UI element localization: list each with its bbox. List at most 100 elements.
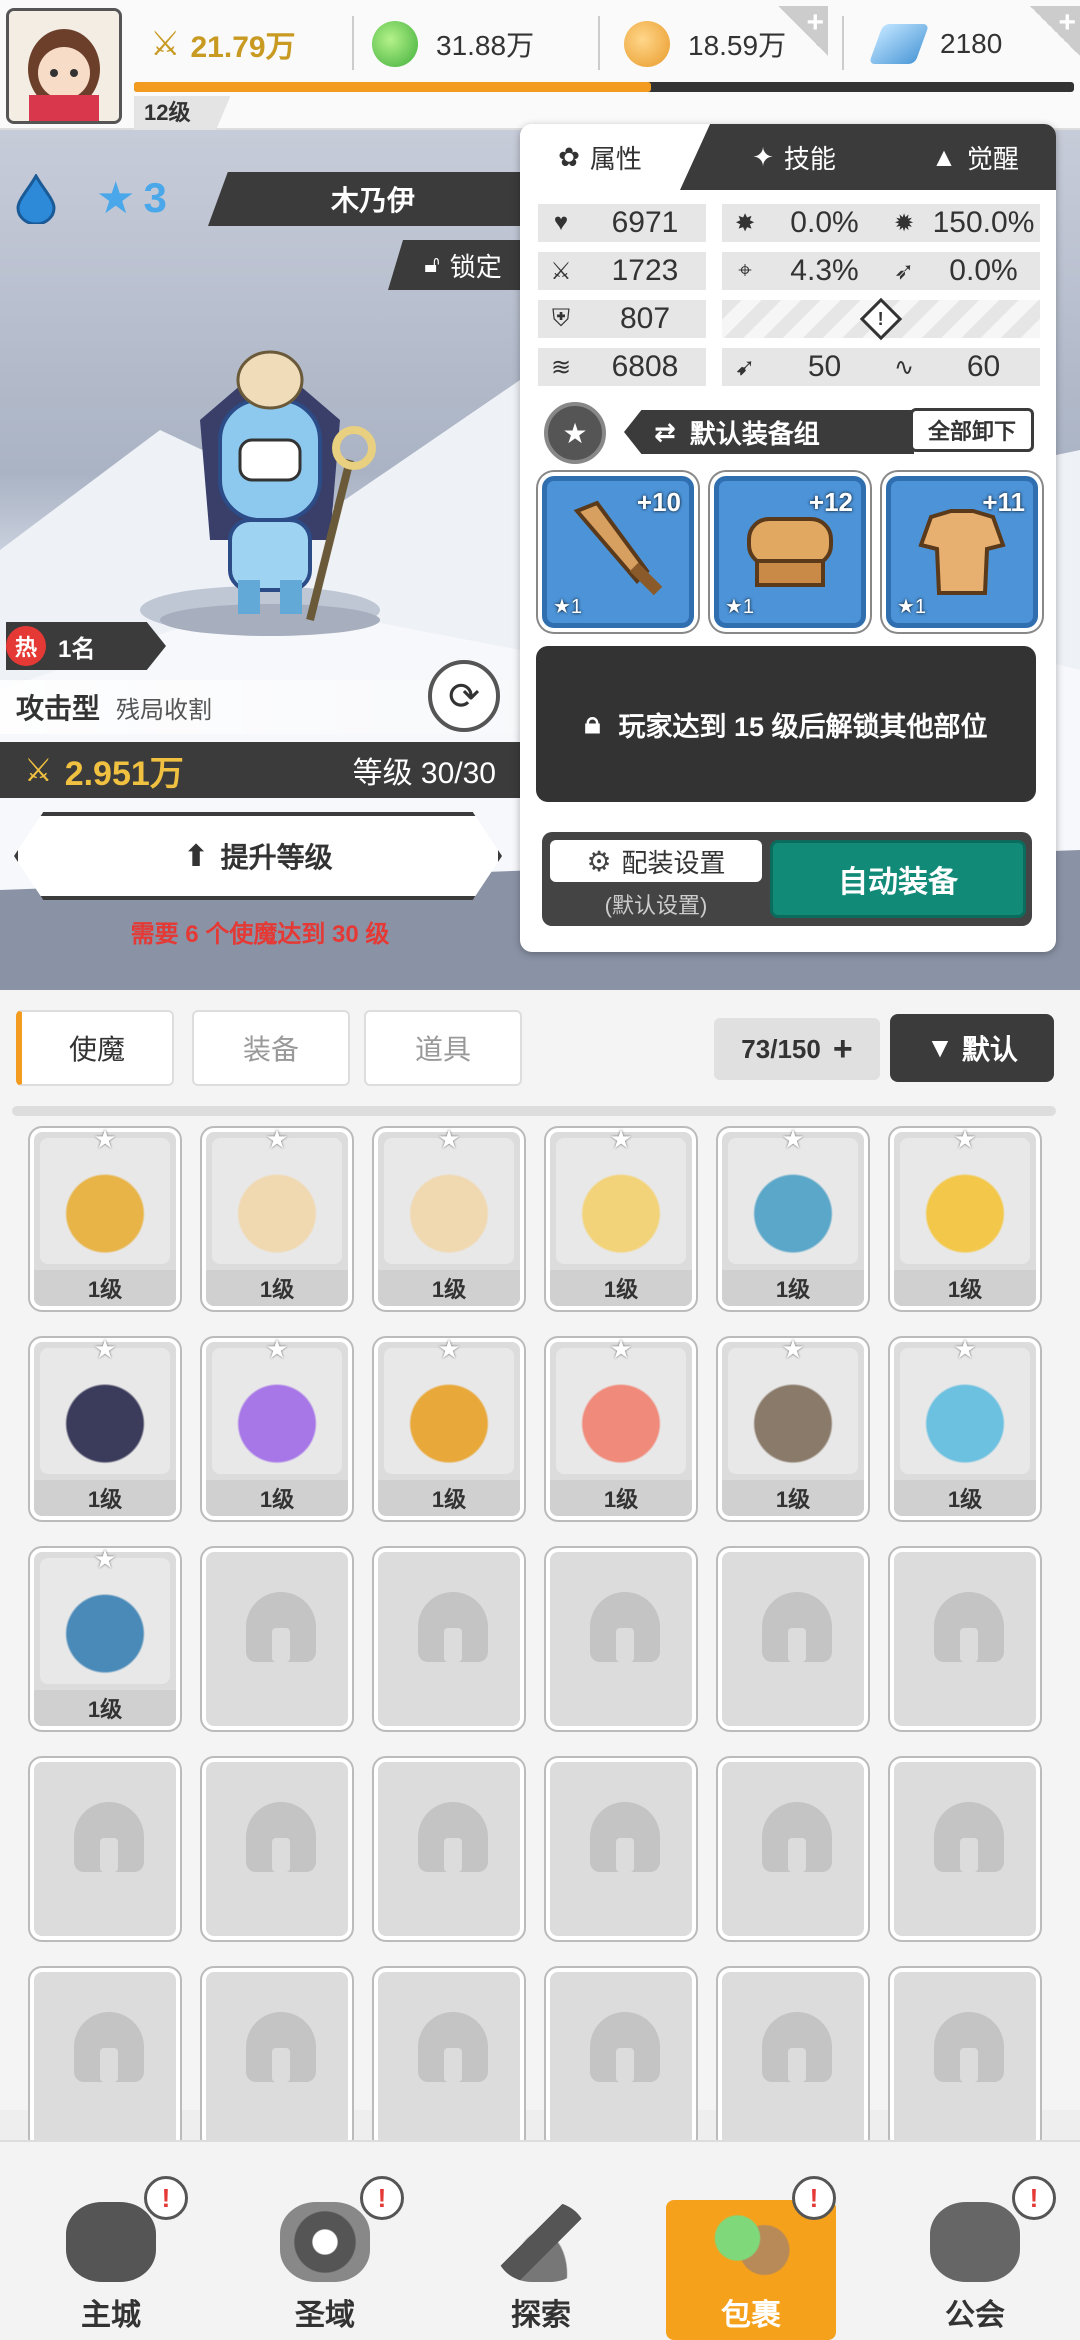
empty-slot[interactable] — [28, 1756, 182, 1942]
stat-crit-rate: 0.0% — [790, 206, 859, 239]
empty-slot[interactable] — [888, 1756, 1042, 1942]
empty-slot[interactable] — [28, 1966, 182, 2152]
lock-label: 锁定 — [449, 251, 502, 282]
empty-slot[interactable] — [544, 1966, 698, 2152]
rotate-view-icon[interactable]: ⟳ — [428, 660, 500, 732]
empty-slot[interactable] — [372, 1546, 526, 1732]
familiar-level: 1级 — [894, 1480, 1036, 1516]
crit-damage-icon: ✹ — [893, 209, 915, 237]
stat-crit-damage: 150.0% — [932, 206, 1035, 239]
familiar-card[interactable]: ★ 1级 — [200, 1334, 354, 1522]
empty-slot[interactable] — [200, 1546, 354, 1732]
green-currency: 31.88万 — [372, 14, 582, 74]
gem-currency[interactable]: 2180 — [868, 14, 1036, 74]
star-icon: ★ — [265, 1124, 289, 1154]
unequip-all-button[interactable]: 全部卸下 — [910, 408, 1034, 452]
xp-bar-fill — [134, 82, 651, 92]
empty-helmet-icon — [246, 1592, 316, 1662]
tab-items[interactable]: 道具 — [364, 1010, 522, 1086]
upgrade-level-button[interactable]: ⬆ 提升等级 — [14, 812, 502, 900]
shield-icon: ⛨ — [552, 305, 570, 332]
sort-button[interactable]: ▼ 默认 — [890, 1014, 1054, 1082]
familiar-level: 1级 — [550, 1270, 692, 1306]
familiar-level: 1级 — [206, 1270, 348, 1306]
padlock-icon: 🔓︎ — [424, 251, 440, 278]
auto-equip-button[interactable]: 自动装备 — [770, 840, 1026, 918]
lock-button[interactable]: 🔓︎ 锁定 — [388, 240, 538, 290]
empty-slot[interactable] — [200, 1966, 354, 2152]
familiar-level: 1级 — [206, 1480, 348, 1516]
empty-helmet-icon — [934, 1802, 1004, 1872]
empty-slot[interactable] — [716, 1756, 870, 1942]
familiar-card[interactable]: ★ 1级 — [716, 1124, 870, 1312]
tab-skills[interactable]: ✦ 技能 — [714, 124, 874, 190]
empty-helmet-icon — [590, 1802, 660, 1872]
empty-slot[interactable] — [716, 1966, 870, 2152]
dodge-icon: ➶ — [893, 257, 915, 285]
star-icon: ★ — [96, 173, 136, 223]
tab-attributes[interactable]: ✿ 属性 — [520, 124, 680, 190]
familiar-card[interactable]: ★ 1级 — [716, 1334, 870, 1522]
familiar-card[interactable]: ★ 1级 — [372, 1124, 526, 1312]
familiar-portrait — [40, 1138, 170, 1264]
familiar-count[interactable]: 73/150 + — [714, 1018, 880, 1080]
familiar-portrait — [900, 1348, 1030, 1474]
add-orange-icon[interactable]: + — [778, 6, 828, 56]
familiar-level: 1级 — [378, 1480, 520, 1516]
empty-slot[interactable] — [888, 1546, 1042, 1732]
tab-equipment[interactable]: 装备 — [192, 1010, 350, 1086]
empty-helmet-icon — [418, 1802, 488, 1872]
nav-explore[interactable]: 探索 — [456, 2160, 626, 2340]
empty-slot[interactable] — [372, 1966, 526, 2152]
padlock-icon: 🔒︎ — [584, 707, 601, 740]
stat-misc-row: ➹ 50 ∿ 60 — [722, 348, 1040, 386]
divider — [842, 16, 844, 70]
equip-set-selector[interactable]: ⇄ 默认装备组 — [624, 410, 914, 454]
familiar-card[interactable]: ★ 1级 — [544, 1334, 698, 1522]
stat-value: 807 — [619, 302, 671, 335]
player-avatar[interactable] — [6, 8, 122, 124]
gear-icon: ⚙ — [586, 845, 612, 877]
enhance-level: +12 — [808, 487, 853, 517]
equip-slot-armor[interactable]: +11 ★1 — [886, 476, 1038, 628]
divider — [598, 16, 600, 70]
tab-familiars[interactable]: 使魔 — [16, 1010, 174, 1086]
familiar-level: 1级 — [34, 1690, 176, 1726]
locked-slots-text: 玩家达到 15 级后解锁其他部位 — [618, 711, 988, 742]
empty-slot[interactable] — [716, 1546, 870, 1732]
nav-label: 公会 — [945, 2299, 1005, 2332]
empty-helmet-icon — [74, 2012, 144, 2082]
empty-slot[interactable] — [372, 1756, 526, 1942]
add-gem-icon[interactable]: + — [1030, 6, 1080, 56]
loadout-settings-button[interactable]: ⚙ 配装设置 — [550, 840, 762, 882]
stat-value: 6971 — [611, 206, 679, 239]
pierce-icon: ➹ — [734, 353, 756, 381]
familiar-card[interactable]: ★ 1级 — [372, 1334, 526, 1522]
familiar-card[interactable]: ★ 1级 — [544, 1124, 698, 1312]
empty-slot[interactable] — [544, 1546, 698, 1732]
equip-set-star-icon[interactable]: ★ — [544, 402, 606, 464]
empty-helmet-icon — [762, 2012, 832, 2082]
avatar-portrait — [9, 11, 119, 121]
empty-slot[interactable] — [200, 1756, 354, 1942]
equip-slot-helmet[interactable]: +12 ★1 — [714, 476, 866, 628]
tab-label: 属性 — [589, 143, 642, 174]
familiar-card[interactable]: ★ 1级 — [28, 1334, 182, 1522]
familiar-card[interactable]: ★ 1级 — [200, 1124, 354, 1312]
tab-label: 觉醒 — [966, 143, 1019, 174]
equip-slot-weapon[interactable]: +10 ★1 — [542, 476, 694, 628]
hero-character[interactable] — [140, 340, 400, 640]
empty-helmet-icon — [762, 1802, 832, 1872]
inventory-scrollbar[interactable] — [12, 1106, 1056, 1116]
tab-awaken[interactable]: ▲ 觉醒 — [900, 124, 1050, 190]
familiar-card[interactable]: ★ 1级 — [28, 1124, 182, 1312]
familiar-card[interactable]: ★ 1级 — [888, 1334, 1042, 1522]
empty-slot[interactable] — [888, 1966, 1042, 2152]
nav-bag[interactable]: 包裹 — [666, 2200, 836, 2340]
rank-banner: 热 1名 — [6, 622, 166, 670]
familiar-card[interactable]: ★ 1级 — [28, 1544, 182, 1732]
familiar-card[interactable]: ★ 1级 — [888, 1124, 1042, 1312]
empty-slot[interactable] — [544, 1756, 698, 1942]
stat-hp: ♥ 6971 — [538, 204, 706, 242]
familiar-portrait — [728, 1138, 858, 1264]
